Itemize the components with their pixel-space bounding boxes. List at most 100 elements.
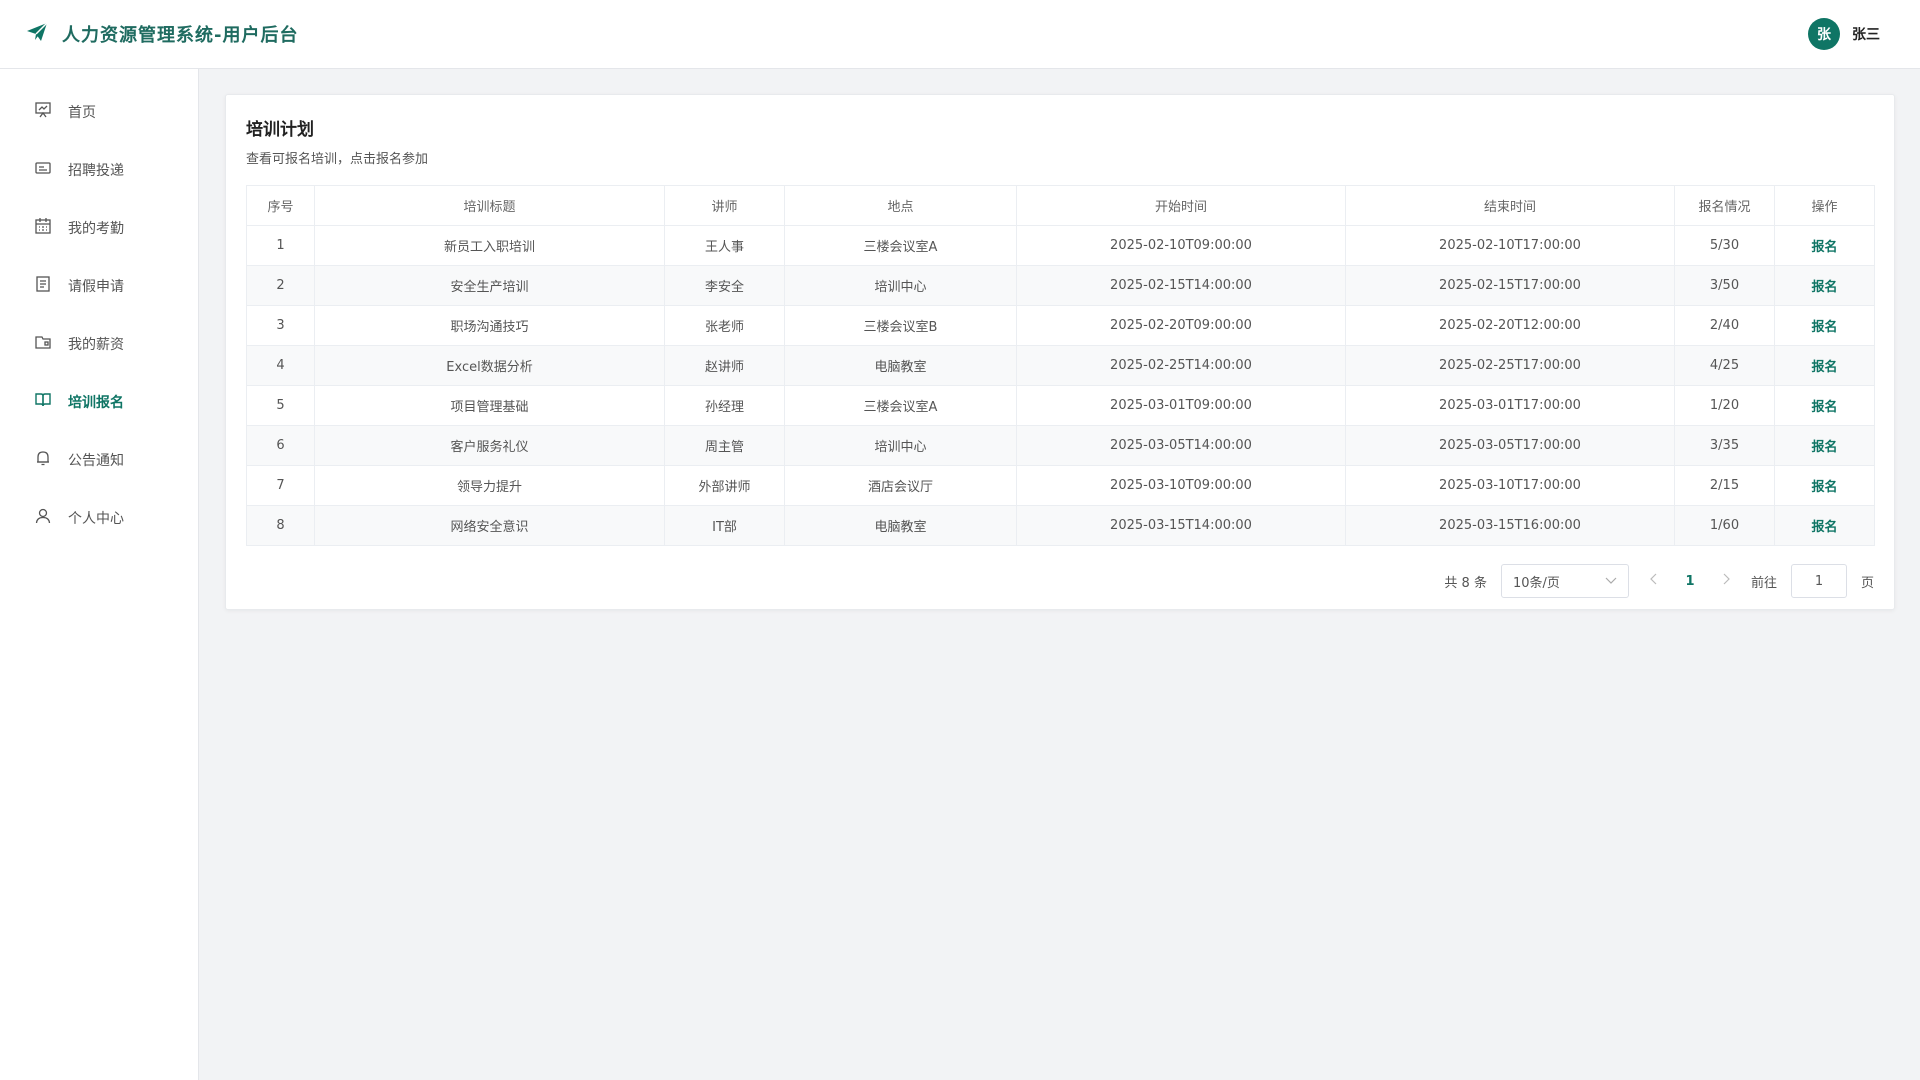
- app-title: 人力资源管理系统-用户后台: [62, 25, 299, 46]
- training-title: 网络安全意识: [314, 505, 665, 546]
- enrollment-status: 3/50: [1674, 265, 1775, 306]
- sidebar-item-salary[interactable]: 我的薪资: [0, 315, 198, 373]
- sidebar-item-label: 公告通知: [68, 453, 124, 469]
- end-time: 2025-03-01T17:00:00: [1345, 385, 1675, 426]
- end-time: 2025-03-05T17:00:00: [1345, 425, 1675, 466]
- start-time: 2025-03-10T09:00:00: [1016, 465, 1346, 506]
- user-icon: [34, 507, 52, 529]
- username[interactable]: 张三: [1852, 24, 1880, 44]
- prev-page-button[interactable]: [1643, 573, 1665, 589]
- start-time: 2025-03-01T09:00:00: [1016, 385, 1346, 426]
- training-title: 新员工入职培训: [314, 225, 665, 266]
- enroll-button[interactable]: 报名: [1774, 265, 1875, 306]
- table-row: 2 安全生产培训 李安全 培训中心 2025-02-15T14:00:00 2025-02…: [246, 265, 1875, 306]
- sidebar-item-label: 我的薪资: [68, 337, 124, 353]
- lecturer: IT部: [664, 505, 785, 546]
- goto-label: 前往: [1750, 575, 1777, 591]
- location: 三楼会议室B: [784, 305, 1017, 346]
- sidebar-item-recruit[interactable]: 招聘投递: [0, 141, 198, 199]
- row-index: 4: [246, 345, 315, 386]
- sidebar-item-attendance[interactable]: 我的考勤: [0, 199, 198, 257]
- training-title: 职场沟通技巧: [314, 305, 665, 346]
- total-count: 共 8 条: [1444, 575, 1487, 591]
- location: 酒店会议厅: [784, 465, 1017, 506]
- lecturer: 王人事: [664, 225, 785, 266]
- page-number-current[interactable]: 1: [1679, 574, 1701, 589]
- column-header[interactable]: 操作: [1774, 185, 1875, 226]
- row-index: 6: [246, 425, 315, 466]
- start-time: 2025-03-15T14:00:00: [1016, 505, 1346, 546]
- column-header[interactable]: 报名情况: [1674, 185, 1775, 226]
- enrollment-status: 5/30: [1674, 225, 1775, 266]
- training-title: 安全生产培训: [314, 265, 665, 306]
- enroll-button[interactable]: 报名: [1774, 385, 1875, 426]
- sidebar-item-home[interactable]: 首页: [0, 83, 198, 141]
- location: 三楼会议室A: [784, 225, 1017, 266]
- lecturer: 赵讲师: [664, 345, 785, 386]
- column-header[interactable]: 地点: [784, 185, 1017, 226]
- column-header[interactable]: 讲师: [664, 185, 785, 226]
- next-page-button[interactable]: [1715, 573, 1737, 589]
- enroll-button[interactable]: 报名: [1774, 505, 1875, 546]
- document-icon: [34, 275, 52, 297]
- end-time: 2025-02-15T17:00:00: [1345, 265, 1675, 306]
- sidebar-item-label: 个人中心: [68, 511, 124, 527]
- enroll-button[interactable]: 报名: [1774, 305, 1875, 346]
- enrollment-status: 3/35: [1674, 425, 1775, 466]
- goto-page-input[interactable]: [1790, 564, 1847, 598]
- lecturer: 张老师: [664, 305, 785, 346]
- start-time: 2025-02-25T14:00:00: [1016, 345, 1346, 386]
- lecturer: 外部讲师: [664, 465, 785, 506]
- table-row: 3 职场沟通技巧 张老师 三楼会议室B 2025-02-20T09:00:00 2025-…: [246, 305, 1875, 346]
- sidebar: 首页 招聘投递 我的考勤 请假申请 我的薪资 培训报名 公告通知 个人中心: [0, 69, 199, 1080]
- sidebar-item-label: 招聘投递: [68, 163, 124, 179]
- location: 电脑教室: [784, 505, 1017, 546]
- end-time: 2025-02-25T17:00:00: [1345, 345, 1675, 386]
- training-title: 领导力提升: [314, 465, 665, 506]
- row-index: 8: [246, 505, 315, 546]
- dashboard-icon: [34, 101, 52, 123]
- top-header: 人力资源管理系统-用户后台 张 张三: [0, 0, 1920, 69]
- training-table: 序号 培训标题 讲师 地点 开始时间 结束时间 报名情况 操作 1 新员工入职培训…: [246, 185, 1875, 546]
- sidebar-item-leave[interactable]: 请假申请: [0, 257, 198, 315]
- training-title: Excel数据分析: [314, 345, 665, 386]
- row-index: 5: [246, 385, 315, 426]
- recruit-icon: [34, 159, 52, 181]
- training-title: 项目管理基础: [314, 385, 665, 426]
- end-time: 2025-02-20T12:00:00: [1345, 305, 1675, 346]
- table-row: 4 Excel数据分析 赵讲师 电脑教室 2025-02-25T14:00:00 2025…: [246, 345, 1875, 386]
- column-header[interactable]: 序号: [246, 185, 315, 226]
- lecturer: 周主管: [664, 425, 785, 466]
- enroll-button[interactable]: 报名: [1774, 225, 1875, 266]
- table-row: 1 新员工入职培训 王人事 三楼会议室A 2025-02-10T09:00:00 2025…: [246, 225, 1875, 266]
- brand[interactable]: 人力资源管理系统-用户后台: [26, 21, 298, 47]
- sidebar-item-label: 我的考勤: [68, 221, 124, 237]
- enrollment-status: 1/20: [1674, 385, 1775, 426]
- sidebar-item-notice[interactable]: 公告通知: [0, 431, 198, 489]
- row-index: 2: [246, 265, 315, 306]
- table-row: 7 领导力提升 外部讲师 酒店会议厅 2025-03-10T09:00:00 2025-0…: [246, 465, 1875, 506]
- end-time: 2025-03-15T16:00:00: [1345, 505, 1675, 546]
- calendar-icon: [34, 217, 52, 239]
- avatar[interactable]: 张: [1808, 18, 1840, 50]
- column-header[interactable]: 培训标题: [314, 185, 665, 226]
- row-index: 3: [246, 305, 315, 346]
- start-time: 2025-02-15T14:00:00: [1016, 265, 1346, 306]
- page-size-select[interactable]: 10条/页: [1500, 564, 1629, 598]
- enroll-button[interactable]: 报名: [1774, 345, 1875, 386]
- enroll-button[interactable]: 报名: [1774, 465, 1875, 506]
- paper-plane-icon: [26, 22, 48, 46]
- sidebar-item-label: 请假申请: [68, 279, 124, 295]
- sidebar-item-training[interactable]: 培训报名: [0, 373, 198, 431]
- page-suffix: 页: [1860, 575, 1874, 591]
- user-menu[interactable]: 张 张三: [1808, 18, 1880, 50]
- sidebar-item-profile[interactable]: 个人中心: [0, 489, 198, 547]
- column-header[interactable]: 开始时间: [1016, 185, 1346, 226]
- start-time: 2025-02-10T09:00:00: [1016, 225, 1346, 266]
- column-header[interactable]: 结束时间: [1345, 185, 1675, 226]
- page-title: 培训计划: [246, 120, 314, 140]
- table-row: 8 网络安全意识 IT部 电脑教室 2025-03-15T14:00:00 2025-03…: [246, 505, 1875, 546]
- sidebar-item-label: 培训报名: [68, 395, 124, 411]
- enroll-button[interactable]: 报名: [1774, 425, 1875, 466]
- chevron-down-icon: [1605, 574, 1617, 589]
